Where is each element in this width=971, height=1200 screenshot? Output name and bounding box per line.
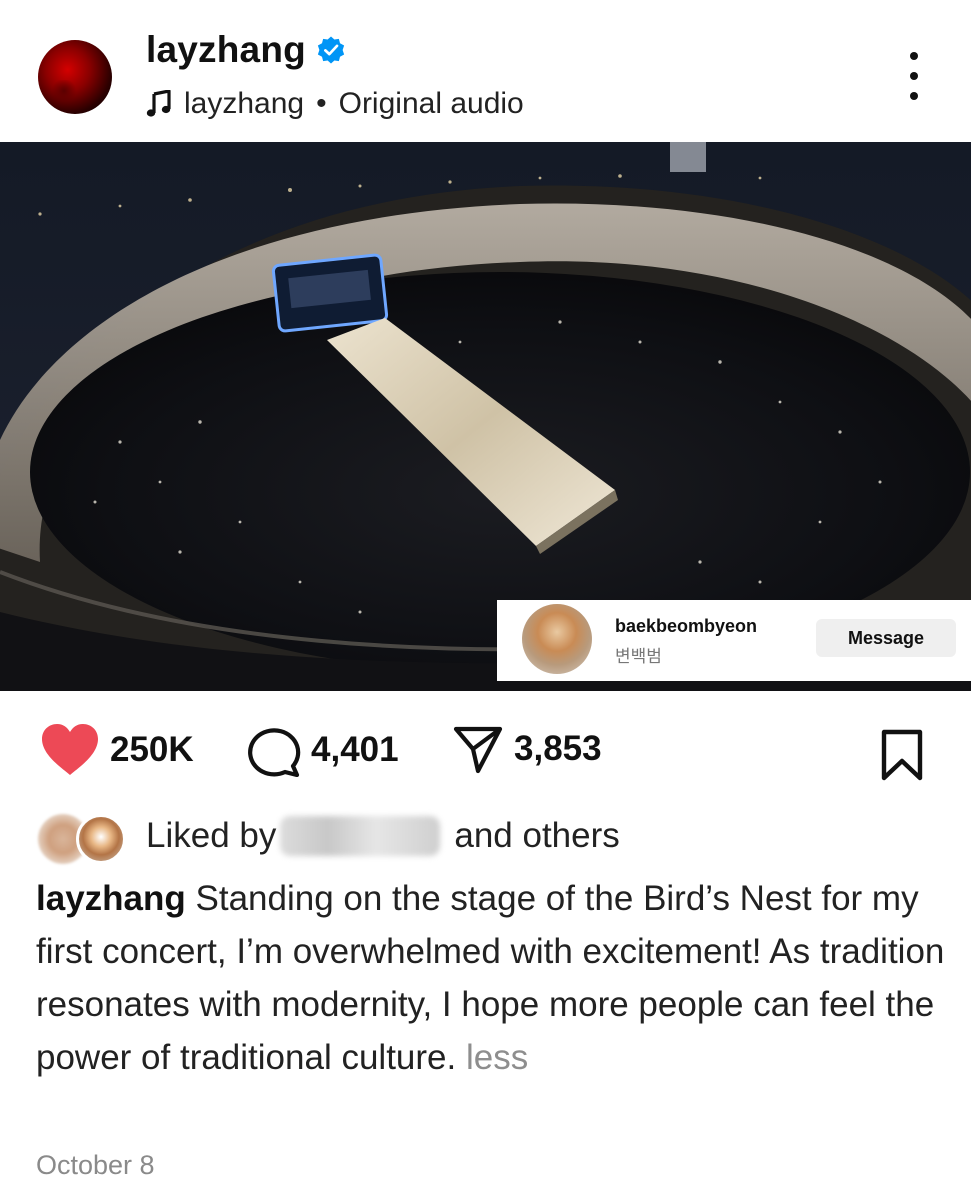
liked-by-text: Liked by and others [146,816,620,856]
comment-button[interactable]: 4,401 [243,723,399,777]
username-row: layzhang [146,28,346,72]
tagged-user-avatar[interactable] [522,604,592,674]
username[interactable]: layzhang [146,29,306,71]
comment-icon [248,728,301,777]
verified-badge-icon [317,36,345,64]
caption-username[interactable]: layzhang [36,879,186,918]
post-date: October 8 [36,1150,155,1180]
tagged-display-name: 변백범 [615,647,662,667]
more-options-button[interactable] [896,52,932,100]
like-button[interactable]: 250K [40,723,194,777]
more-dot-icon [910,92,918,100]
audio-owner[interactable]: layzhang [184,87,304,121]
action-bar: 250K 4,401 3,853 [0,715,971,785]
comment-count: 4,401 [311,730,399,769]
liker-avatar [76,814,126,864]
message-button[interactable]: Message [816,619,956,657]
less-link[interactable]: less [466,1038,528,1077]
like-count: 250K [110,730,194,769]
post-header: layzhang layzhang • Original audio [0,0,971,142]
bookmark-icon[interactable] [880,729,924,781]
tagged-user-card[interactable]: baekbeombyeon 변백범 Message [497,600,971,681]
liked-by-suffix[interactable]: and others [454,816,619,856]
share-count: 3,853 [514,729,602,768]
music-note-icon [146,90,171,117]
share-button[interactable]: 3,853 [452,723,602,775]
tagged-username[interactable]: baekbeombyeon [615,616,757,637]
heart-icon [42,724,98,775]
more-dot-icon [910,72,918,80]
blurred-liker-name[interactable] [280,816,441,856]
liked-by-prefix: Liked by [146,816,277,855]
audio-label[interactable]: Original audio [339,87,524,121]
send-icon [453,726,503,774]
more-dot-icon [910,52,918,60]
liked-by-row[interactable]: Liked by and others [38,808,938,864]
audio-row[interactable]: layzhang • Original audio [146,84,524,124]
post-caption: layzhang Standing on the stage of the Bi… [36,872,946,1084]
profile-avatar[interactable] [38,40,112,114]
audio-separator: • [316,87,327,120]
